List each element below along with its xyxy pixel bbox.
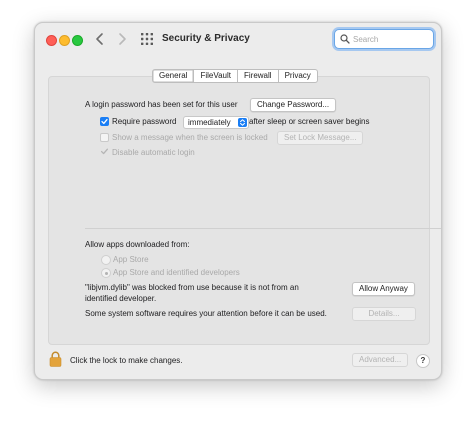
login-password-text: A login password has been set for this u… — [85, 100, 238, 109]
allow-apps-heading: Allow apps downloaded from: — [85, 240, 190, 249]
show-message-checkbox[interactable] — [100, 133, 109, 142]
forward-button[interactable] — [115, 31, 129, 47]
search-field[interactable] — [334, 29, 434, 49]
minimize-window-button[interactable] — [59, 35, 70, 46]
tab-privacy[interactable]: Privacy — [278, 69, 318, 83]
tab-bar: General FileVault Firewall Privacy — [152, 69, 318, 83]
window-title: Security & Privacy — [162, 33, 250, 44]
security-privacy-window: Security & Privacy General FileVault Fir… — [34, 22, 442, 380]
lock-text: Click the lock to make changes. — [70, 356, 183, 365]
radio-app-store[interactable] — [101, 255, 111, 265]
grid-icon — [141, 33, 153, 45]
popup-arrows-icon — [238, 118, 247, 127]
require-password-label: Require password — [112, 117, 177, 126]
change-password-button[interactable]: Change Password... — [250, 98, 337, 112]
blocked-message-line2: identified developer. — [85, 294, 157, 303]
checkmark-icon — [101, 118, 108, 125]
title-bar: Security & Privacy — [35, 23, 441, 56]
chevron-right-icon — [119, 33, 126, 45]
search-icon — [340, 34, 350, 44]
zoom-window-button[interactable] — [72, 35, 83, 46]
show-all-grid-button[interactable] — [141, 33, 153, 45]
help-button[interactable]: ? — [416, 354, 430, 368]
close-window-button[interactable] — [46, 35, 57, 46]
radio-app-store-identified-label: App Store and identified developers — [113, 268, 240, 277]
require-password-select[interactable]: immediately — [183, 116, 249, 129]
require-password-value: immediately — [188, 118, 231, 127]
require-password-checkbox[interactable] — [100, 117, 109, 126]
back-button[interactable] — [93, 31, 107, 47]
system-software-text: Some system software requires your atten… — [85, 309, 327, 318]
radio-app-store-identified[interactable] — [101, 268, 111, 278]
radio-app-store-label: App Store — [113, 255, 149, 264]
after-sleep-text: after sleep or screen saver begins — [249, 117, 370, 126]
checkmark-icon — [100, 148, 109, 155]
set-lock-message-button[interactable]: Set Lock Message... — [277, 131, 364, 145]
details-button[interactable]: Details... — [352, 307, 416, 321]
tab-general[interactable]: General — [152, 69, 195, 83]
section-divider — [85, 228, 441, 229]
tab-firewall[interactable]: Firewall — [238, 69, 279, 83]
search-input[interactable] — [353, 32, 429, 46]
advanced-button[interactable]: Advanced... — [352, 353, 409, 367]
tab-filevault[interactable]: FileVault — [194, 69, 238, 83]
chevron-left-icon — [96, 33, 103, 45]
lock-icon — [49, 351, 62, 367]
disable-auto-login-checkbox[interactable] — [100, 147, 109, 156]
lock-button[interactable] — [49, 351, 62, 367]
blocked-message-line1: "libjvm.dylib" was blocked from use beca… — [85, 283, 299, 292]
show-message-label: Show a message when the screen is locked — [112, 133, 268, 142]
disable-auto-login-label: Disable automatic login — [112, 148, 195, 157]
allow-anyway-button[interactable]: Allow Anyway — [352, 282, 415, 296]
